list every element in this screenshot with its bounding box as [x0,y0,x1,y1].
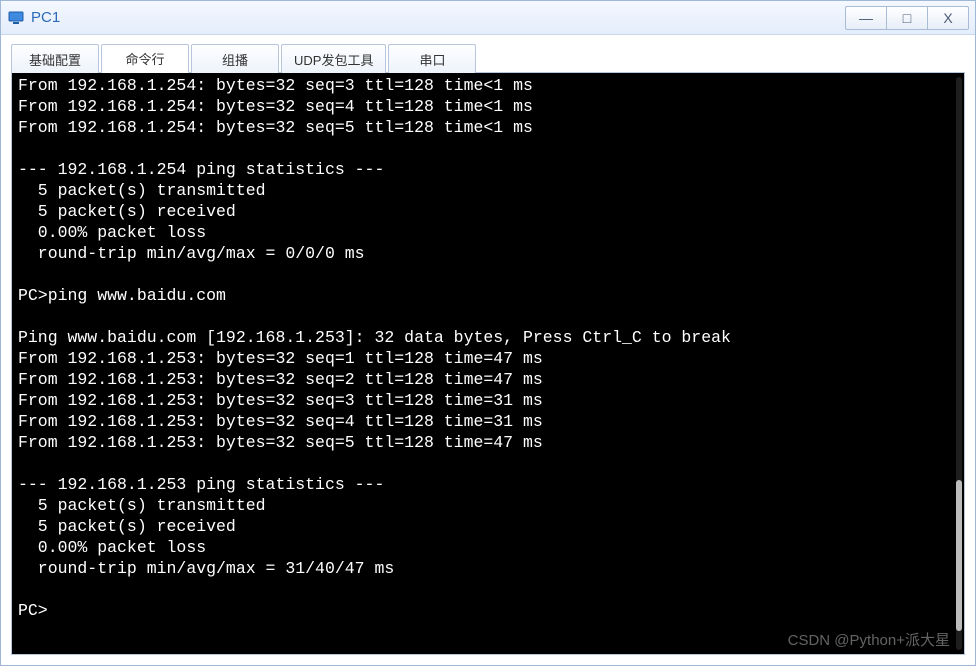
terminal-line [18,138,958,159]
terminal-line: From 192.168.1.253: bytes=32 seq=4 ttl=1… [18,411,958,432]
scrollbar-thumb[interactable] [956,480,962,631]
tab-label: 基础配置 [29,50,81,69]
titlebar[interactable]: PC1 — □ X [1,1,975,35]
ensp-pc-icon [7,9,25,27]
terminal-line: From 192.168.1.253: bytes=32 seq=5 ttl=1… [18,432,958,453]
tab-label: 命令行 [125,49,164,68]
terminal-line: 5 packet(s) received [18,201,958,222]
tab-label: UDP发包工具 [294,50,373,69]
terminal-line: --- 192.168.1.254 ping statistics --- [18,159,958,180]
tab-cmdline[interactable]: 命令行 [101,44,189,73]
terminal-line [18,306,958,327]
terminal-line: From 192.168.1.253: bytes=32 seq=3 ttl=1… [18,390,958,411]
terminal-line: 5 packet(s) transmitted [18,495,958,516]
terminal-line: From 192.168.1.253: bytes=32 seq=2 ttl=1… [18,369,958,390]
close-button[interactable]: X [927,6,969,30]
tab-label: 串口 [419,50,445,69]
tab-label: 组播 [222,50,248,69]
terminal-line: Ping www.baidu.com [192.168.1.253]: 32 d… [18,327,958,348]
terminal-line: 0.00% packet loss [18,222,958,243]
terminal-line: PC>ping www.baidu.com [18,285,958,306]
window-controls: — □ X [846,6,969,30]
terminal-line [18,453,958,474]
terminal-line: From 192.168.1.254: bytes=32 seq=4 ttl=1… [18,96,958,117]
terminal-line: round-trip min/avg/max = 0/0/0 ms [18,243,958,264]
close-icon: X [943,10,952,26]
tab-mcast[interactable]: 组播 [191,44,279,73]
terminal-line: 5 packet(s) transmitted [18,180,958,201]
terminal-line: PC> [18,600,958,621]
tab-udp[interactable]: UDP发包工具 [281,44,386,73]
terminal[interactable]: From 192.168.1.254: bytes=32 seq=3 ttl=1… [12,73,964,654]
minimize-icon: — [859,10,873,26]
terminal-line: round-trip min/avg/max = 31/40/47 ms [18,558,958,579]
client-area: 基础配置 命令行 组播 UDP发包工具 串口 From 192.168.1.25… [1,35,975,665]
minimize-button[interactable]: — [845,6,887,30]
terminal-line: 0.00% packet loss [18,537,958,558]
terminal-line [18,579,958,600]
terminal-panel: From 192.168.1.254: bytes=32 seq=3 ttl=1… [11,73,965,655]
app-window: PC1 — □ X 基础配置 命令行 组播 UDP发包工具 串口 From 19… [0,0,976,666]
window-title: PC1 [31,9,846,26]
tab-serial[interactable]: 串口 [388,44,476,73]
terminal-line: From 192.168.1.254: bytes=32 seq=3 ttl=1… [18,75,958,96]
maximize-button[interactable]: □ [886,6,928,30]
terminal-line: From 192.168.1.254: bytes=32 seq=5 ttl=1… [18,117,958,138]
terminal-line [18,264,958,285]
tab-basic[interactable]: 基础配置 [11,44,99,73]
terminal-line: From 192.168.1.253: bytes=32 seq=1 ttl=1… [18,348,958,369]
maximize-icon: □ [903,10,911,26]
terminal-line: --- 192.168.1.253 ping statistics --- [18,474,958,495]
terminal-line: 5 packet(s) received [18,516,958,537]
tabbar: 基础配置 命令行 组播 UDP发包工具 串口 [11,43,965,73]
